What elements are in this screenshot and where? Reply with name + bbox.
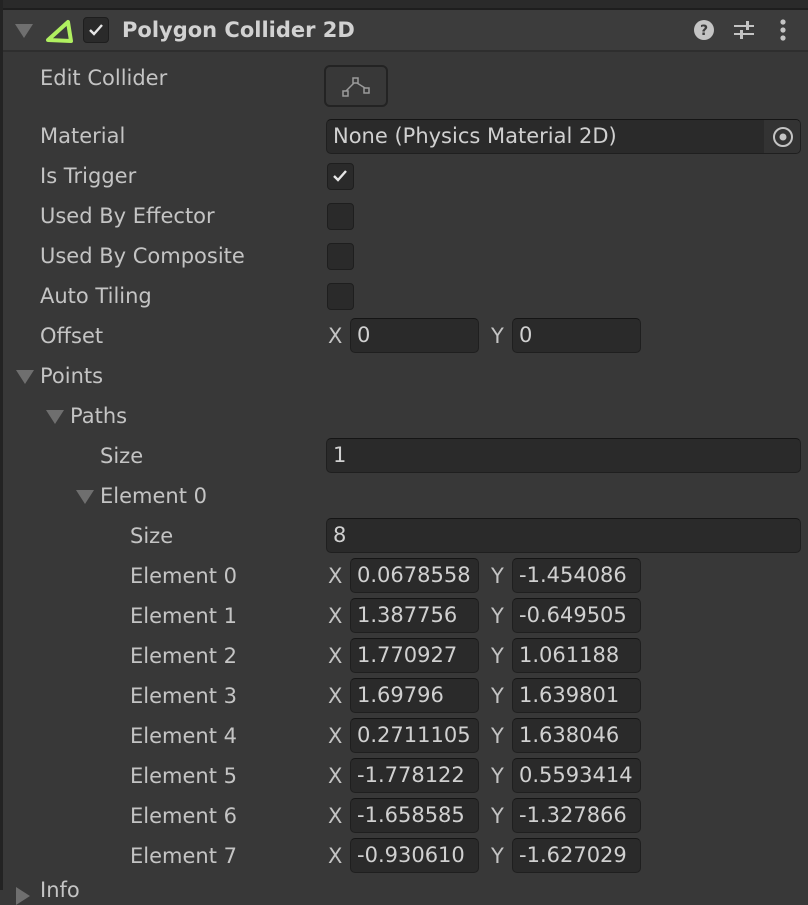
point-element-label: Element 4	[130, 724, 237, 748]
is-trigger-label: Is Trigger	[40, 164, 137, 188]
offset-label: Offset	[40, 324, 104, 348]
offset-x-label: X	[328, 324, 343, 348]
auto-tiling-checkbox[interactable]	[327, 283, 354, 310]
paths-label[interactable]: Paths	[70, 404, 127, 428]
checkmark-icon	[89, 24, 103, 36]
point-x-label: X	[328, 764, 343, 788]
point-element-label: Element 5	[130, 764, 237, 788]
point-x-field[interactable]: -1.778122	[350, 758, 479, 793]
point-x-field[interactable]: 0.2711105	[350, 718, 479, 753]
edit-collider-icon	[342, 77, 370, 97]
point-y-label: Y	[491, 564, 504, 588]
point-x-label: X	[328, 604, 343, 628]
point-y-field[interactable]: -1.627029	[512, 838, 641, 873]
inspector-left-edge	[0, 0, 3, 890]
point-x-field[interactable]: 1.770927	[350, 638, 479, 673]
checkmark-icon	[333, 170, 347, 182]
presets-icon[interactable]	[733, 19, 755, 41]
auto-tiling-label: Auto Tiling	[40, 284, 152, 308]
used-by-composite-label: Used By Composite	[40, 244, 245, 268]
used-by-effector-label: Used By Effector	[40, 204, 215, 228]
point-element-label: Element 3	[130, 684, 237, 708]
point-element-label: Element 7	[130, 844, 237, 868]
point-x-label: X	[328, 804, 343, 828]
object-picker-button[interactable]	[763, 120, 800, 153]
edit-collider-label: Edit Collider	[40, 66, 168, 90]
component-foldout-arrow[interactable]	[15, 24, 33, 38]
points-label[interactable]: Points	[40, 364, 103, 388]
edit-collider-button[interactable]	[324, 65, 388, 107]
material-value: None (Physics Material 2D)	[333, 124, 617, 148]
point-x-field[interactable]: 1.69796	[350, 678, 479, 713]
point-y-label: Y	[491, 724, 504, 748]
point-y-field[interactable]: -1.454086	[512, 558, 641, 593]
point-y-field[interactable]: -0.649505	[512, 598, 641, 633]
object-picker-icon	[773, 127, 793, 147]
inspector-top-divider	[0, 0, 808, 10]
paths-size-field[interactable]: 1	[326, 438, 801, 473]
paths-foldout-arrow[interactable]	[46, 410, 64, 424]
point-x-label: X	[328, 684, 343, 708]
offset-x-field[interactable]: 0	[350, 318, 479, 353]
point-y-label: Y	[491, 804, 504, 828]
offset-y-label: Y	[491, 324, 504, 348]
element-size-label: Size	[130, 524, 174, 548]
point-x-label: X	[328, 844, 343, 868]
point-x-field[interactable]: -1.658585	[350, 798, 479, 833]
point-y-field[interactable]: 0.5593414	[512, 758, 641, 793]
material-label: Material	[40, 124, 126, 148]
point-y-label: Y	[491, 684, 504, 708]
point-element-label: Element 0	[130, 564, 237, 588]
point-x-field[interactable]: 1.387756	[350, 598, 479, 633]
point-x-label: X	[328, 724, 343, 748]
polygon-collider-icon	[46, 20, 73, 43]
point-y-field[interactable]: 1.639801	[512, 678, 641, 713]
point-element-label: Element 6	[130, 804, 237, 828]
help-icon[interactable]: ?	[693, 19, 715, 41]
point-y-label: Y	[491, 644, 504, 668]
point-y-label: Y	[491, 844, 504, 868]
point-x-label: X	[328, 564, 343, 588]
component-enabled-checkbox[interactable]	[83, 17, 109, 43]
element-size-field[interactable]: 8	[326, 518, 801, 553]
offset-y-field[interactable]: 0	[512, 318, 641, 353]
points-foldout-arrow[interactable]	[16, 370, 34, 384]
more-menu-icon[interactable]	[778, 18, 788, 42]
is-trigger-checkbox[interactable]	[327, 163, 354, 190]
svg-text:?: ?	[700, 23, 708, 39]
point-x-label: X	[328, 644, 343, 668]
point-element-label: Element 2	[130, 644, 237, 668]
point-y-label: Y	[491, 604, 504, 628]
point-y-field[interactable]: -1.327866	[512, 798, 641, 833]
info-label[interactable]: Info	[40, 878, 80, 902]
element0-foldout-arrow[interactable]	[76, 490, 94, 504]
material-field[interactable]: None (Physics Material 2D)	[326, 119, 801, 154]
used-by-effector-checkbox[interactable]	[327, 203, 354, 230]
point-x-field[interactable]: -0.930610	[350, 838, 479, 873]
point-y-field[interactable]: 1.638046	[512, 718, 641, 753]
component-title: Polygon Collider 2D	[122, 18, 355, 42]
path-element-label[interactable]: Element 0	[100, 484, 207, 508]
used-by-composite-checkbox[interactable]	[327, 243, 354, 270]
point-element-label: Element 1	[130, 604, 237, 628]
paths-size-label: Size	[100, 444, 144, 468]
point-y-field[interactable]: 1.061188	[512, 638, 641, 673]
point-y-label: Y	[491, 764, 504, 788]
point-x-field[interactable]: 0.0678558	[350, 558, 479, 593]
